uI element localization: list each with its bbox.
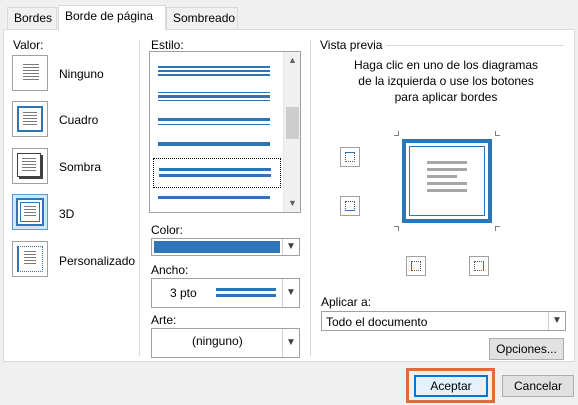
opciones-button[interactable]: Opciones...	[489, 338, 564, 360]
top-border-icon	[345, 152, 355, 162]
style-option[interactable]	[158, 142, 270, 146]
border-shadow-icon[interactable]	[12, 148, 48, 184]
bottom-border-icon	[345, 201, 355, 211]
preview-page[interactable]	[394, 131, 500, 231]
aplicar-label: Aplicar a:	[321, 295, 372, 309]
valor-3d-label[interactable]: 3D	[59, 207, 74, 221]
valor-ninguno-label[interactable]: Ninguno	[59, 67, 104, 81]
selected-style-option[interactable]	[153, 158, 281, 188]
separator	[310, 40, 311, 356]
right-border-button[interactable]	[469, 256, 489, 276]
color-select[interactable]: ▼	[151, 238, 300, 256]
arte-value: (ninguno)	[192, 334, 243, 348]
style-option[interactable]	[158, 196, 270, 199]
ancho-label: Ancho:	[151, 263, 189, 277]
arte-label: Arte:	[151, 313, 177, 327]
ancho-value: 3 pto	[170, 286, 197, 300]
color-label: Color:	[151, 223, 184, 237]
preview-text-lines	[427, 161, 467, 192]
left-border-button[interactable]	[406, 256, 426, 276]
style-option[interactable]	[158, 66, 270, 76]
aplicar-value: Todo el documento	[326, 315, 428, 329]
scroll-down-icon[interactable]: ▼	[284, 195, 301, 212]
cancelar-button[interactable]: Cancelar	[502, 375, 574, 397]
valor-personalizado-label[interactable]: Personalizado	[59, 254, 135, 268]
border-box-icon[interactable]	[12, 101, 48, 137]
style-option[interactable]	[158, 92, 270, 101]
bottom-border-button[interactable]	[340, 196, 360, 216]
border-custom-icon[interactable]	[12, 241, 48, 277]
ancho-select[interactable]: 3 pto ▼	[151, 278, 300, 308]
chevron-down-icon[interactable]: ▼	[548, 312, 565, 330]
top-border-button[interactable]	[340, 147, 360, 167]
chevron-down-icon[interactable]: ▼	[282, 279, 299, 307]
vista-previa-label: Vista previa	[320, 38, 383, 52]
estilo-label: Estilo:	[151, 38, 184, 52]
aplicar-select[interactable]: Todo el documento ▼	[321, 311, 566, 331]
valor-label: Valor:	[13, 38, 44, 52]
left-border-icon	[411, 261, 421, 271]
arte-select[interactable]: (ninguno) ▼	[151, 328, 300, 358]
line-sample	[216, 294, 276, 297]
estilo-list[interactable]: ▲ ▼	[149, 51, 301, 213]
line-sample	[216, 288, 276, 291]
preview-hint: Haga clic en uno de los diagramas de la …	[353, 58, 539, 104]
valor-sombra-label[interactable]: Sombra	[59, 160, 101, 174]
color-swatch	[154, 241, 280, 253]
scroll-thumb[interactable]	[286, 107, 299, 139]
separator	[139, 40, 140, 356]
border-none-icon[interactable]	[12, 55, 48, 91]
style-option[interactable]	[158, 118, 270, 125]
scroll-up-icon[interactable]: ▲	[284, 52, 301, 69]
aceptar-button[interactable]: Aceptar	[414, 375, 488, 397]
right-border-icon	[474, 261, 484, 271]
border-3d-icon[interactable]	[12, 194, 48, 230]
chevron-down-icon[interactable]: ▼	[282, 329, 299, 357]
chevron-down-icon[interactable]: ▼	[282, 239, 299, 255]
valor-cuadro-label[interactable]: Cuadro	[59, 113, 98, 127]
scrollbar[interactable]: ▲ ▼	[283, 52, 300, 212]
separator	[386, 45, 564, 46]
